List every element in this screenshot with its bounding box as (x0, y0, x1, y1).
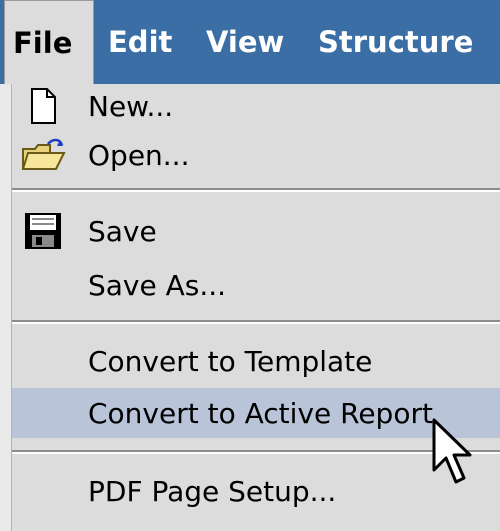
menu-item-label: PDF Page Setup... (88, 474, 337, 508)
menu-item-label: Convert to Active Report (88, 396, 433, 430)
menu-edit[interactable]: Edit (108, 0, 172, 84)
menu-item-label: Save As... (88, 268, 227, 302)
menu-item-convert-to-template[interactable]: Convert to Template (12, 336, 500, 386)
menu-item-partial[interactable] (12, 520, 500, 531)
menu-item-label: Convert to Template (88, 344, 373, 378)
new-document-icon (31, 88, 56, 124)
save-disk-icon (25, 213, 61, 249)
menu-separator (12, 188, 500, 192)
menu-separator (12, 320, 500, 324)
menu-item-label: New... (88, 89, 174, 123)
menu-item-label: Save (88, 214, 157, 248)
menu-file[interactable]: File (4, 0, 94, 84)
menu-item-convert-to-active-report[interactable]: Convert to Active Report (12, 388, 500, 438)
menu-structure[interactable]: Structure (318, 0, 473, 84)
menu-item-save[interactable]: Save (12, 206, 500, 256)
open-folder-icon (21, 138, 66, 170)
menu-view[interactable]: View (206, 0, 284, 84)
menu-separator (12, 450, 500, 454)
menu-bar: File Edit View Structure (0, 0, 500, 84)
menu-item-open[interactable]: Open... (12, 132, 500, 178)
menu-item-label: Open... (88, 138, 190, 172)
menu-item-pdf-page-setup[interactable]: PDF Page Setup... (12, 466, 500, 516)
file-menu-dropdown: New... Open... Save Save As... Convert t… (12, 84, 500, 531)
mouse-pointer-icon (432, 418, 472, 484)
left-edge-strip (0, 84, 12, 531)
menu-item-new[interactable]: New... (12, 84, 500, 128)
menu-item-save-as[interactable]: Save As... (12, 260, 500, 310)
